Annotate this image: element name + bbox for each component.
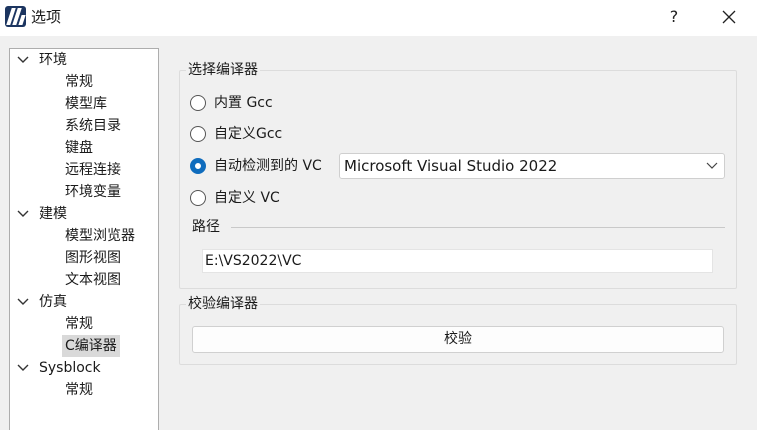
chevron-down-icon[interactable] [706, 162, 718, 170]
verify-compiler-group-title: 校验编译器 [186, 294, 260, 314]
compiler-select-group-title: 选择编译器 [186, 60, 260, 80]
tree-item-c-compiler[interactable]: C编译器 [62, 335, 120, 357]
path-label: 路径 [192, 219, 220, 235]
close-icon [722, 10, 736, 24]
title-bar: 选项 ? [0, 0, 757, 36]
verify-button[interactable]: 校验 [192, 326, 724, 353]
radio-indicator[interactable] [190, 126, 206, 142]
tree-item-simulation-general[interactable]: 常规 [62, 313, 96, 335]
tree-group-environment[interactable]: 环境 [14, 49, 67, 71]
vc-version-select[interactable]: Microsoft Visual Studio 2022 [339, 153, 725, 179]
app-logo-icon [5, 6, 26, 27]
window-title: 选项 [31, 8, 62, 26]
radio-indicator[interactable] [190, 190, 206, 206]
tree-item-environment-variables[interactable]: 环境变量 [62, 181, 124, 203]
chevron-down-icon[interactable] [14, 357, 34, 379]
tree-item-sysblock-general[interactable]: 常规 [62, 379, 96, 401]
tree-item-model-browser[interactable]: 模型浏览器 [62, 225, 138, 247]
tree-group-simulation[interactable]: 仿真 [14, 291, 67, 313]
tree-item-general[interactable]: 常规 [62, 71, 96, 93]
path-input[interactable] [202, 249, 713, 273]
tree-item-text-view[interactable]: 文本视图 [62, 269, 124, 291]
chevron-down-icon[interactable] [14, 291, 34, 313]
options-tree[interactable]: 环境 常规 模型库 系统目录 键盘 远程连接 环境变量 建模 模型浏览器 图形视… [9, 48, 159, 430]
chevron-down-icon[interactable] [14, 49, 34, 71]
tree-item-model-library[interactable]: 模型库 [62, 93, 110, 115]
tree-item-remote-connection[interactable]: 远程连接 [62, 159, 124, 181]
tree-item-system-directory[interactable]: 系统目录 [62, 115, 124, 137]
tree-group-modeling[interactable]: 建模 [14, 203, 67, 225]
radio-indicator[interactable] [190, 95, 206, 111]
tree-group-sysblock[interactable]: Sysblock [14, 357, 101, 379]
tree-item-graphic-view[interactable]: 图形视图 [62, 247, 124, 269]
vc-version-value: Microsoft Visual Studio 2022 [344, 157, 558, 175]
help-button[interactable]: ? [652, 3, 696, 31]
tree-item-keyboard[interactable]: 键盘 [62, 137, 96, 159]
chevron-down-icon[interactable] [14, 203, 34, 225]
path-divider [231, 227, 725, 228]
radio-indicator-checked[interactable] [190, 158, 206, 174]
close-button[interactable] [705, 3, 753, 31]
